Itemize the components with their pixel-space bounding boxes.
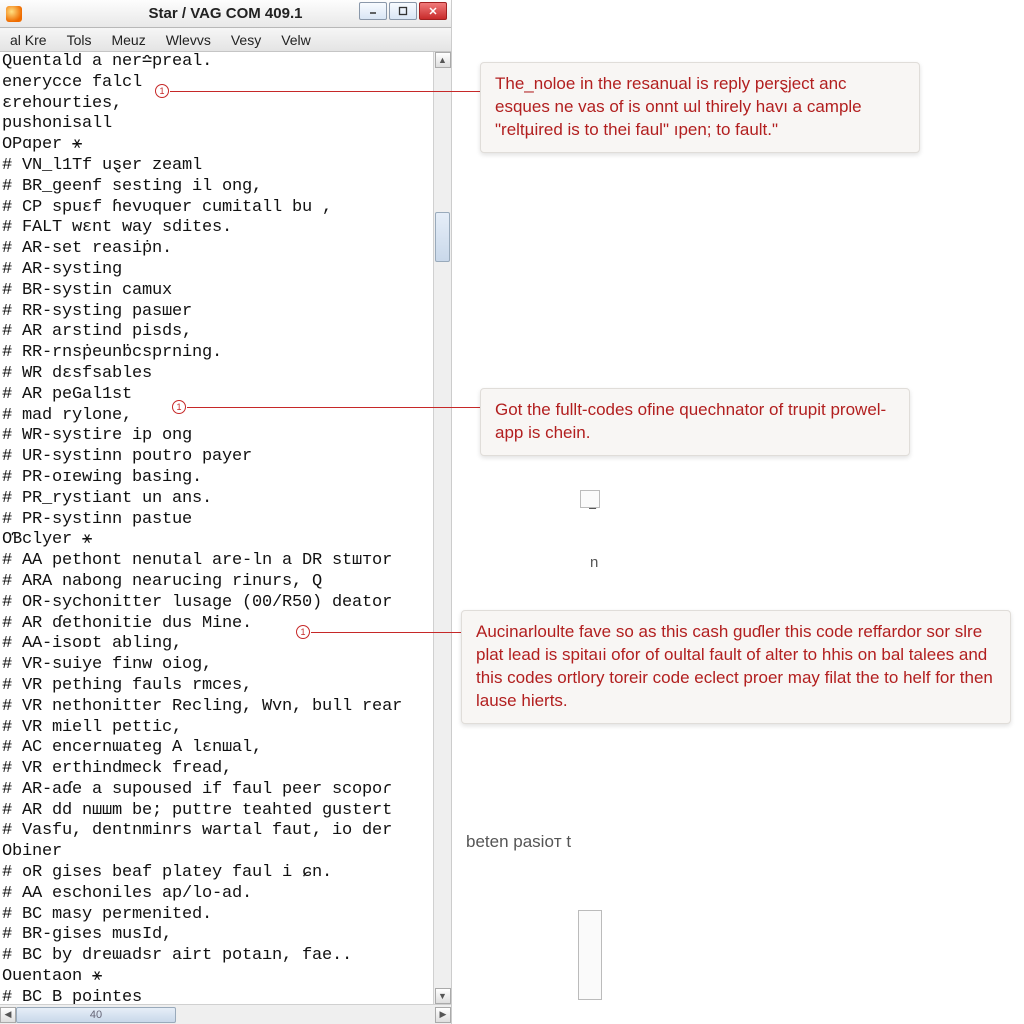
- maximize-icon: [398, 6, 408, 16]
- menu-item[interactable]: Tols: [57, 32, 102, 48]
- horizontal-scrollbar[interactable]: ◀ 40 ▶: [0, 1004, 451, 1024]
- menu-item[interactable]: Velw: [271, 32, 321, 48]
- callout-1-text: The_noloe in the resanual is reply perȿj…: [495, 74, 862, 139]
- triangle-up-icon: ▲: [438, 55, 447, 65]
- callout-2-text: Got the fullt-codes ofine quechnator of …: [495, 400, 886, 442]
- titlebar: Star / VAG COM 409.1: [0, 0, 451, 28]
- bg-box-1: [580, 490, 600, 508]
- maximize-button[interactable]: [389, 2, 417, 20]
- annotation-marker-2: 1: [172, 400, 186, 414]
- leader-line-1: [170, 91, 480, 92]
- menu-item[interactable]: Wlevvs: [156, 32, 221, 48]
- text-pane: Quentald a ner≏preal. enerycce falcl ɛre…: [0, 52, 451, 1004]
- hscroll-track[interactable]: 40: [16, 1007, 435, 1023]
- callout-1: The_noloe in the resanual is reply perȿj…: [480, 62, 920, 153]
- callout-3: Aucinarloulte fave so as this cash guɗle…: [461, 610, 1011, 724]
- callout-3-text: Aucinarloulte fave so as this cash guɗle…: [476, 622, 993, 710]
- annotation-marker-1: 1: [155, 84, 169, 98]
- menu-item[interactable]: Vesy: [221, 32, 271, 48]
- menu-item[interactable]: al Kre: [0, 32, 57, 48]
- vertical-scrollbar[interactable]: ▲ ▼: [433, 52, 451, 1004]
- scroll-right-button[interactable]: ▶: [435, 1007, 451, 1023]
- bg-text-beten: beten pasioт t: [466, 832, 571, 852]
- vscroll-thumb[interactable]: [435, 212, 450, 262]
- annotation-marker-3: 1: [296, 625, 310, 639]
- app-icon: [6, 6, 22, 22]
- callout-2: Got the fullt-codes ofine quechnator of …: [480, 388, 910, 456]
- minimize-icon: [368, 6, 378, 16]
- minimize-button[interactable]: [359, 2, 387, 20]
- scroll-down-button[interactable]: ▼: [435, 988, 451, 1004]
- scroll-left-button[interactable]: ◀: [0, 1007, 16, 1023]
- scroll-up-button[interactable]: ▲: [435, 52, 451, 68]
- text-area[interactable]: Quentald a ner≏preal. enerycce falcl ɛre…: [0, 52, 433, 1004]
- hscroll-thumb[interactable]: 40: [16, 1007, 176, 1023]
- leader-line-3: [311, 632, 461, 633]
- leader-line-2: [187, 407, 480, 408]
- close-icon: [428, 6, 438, 16]
- bg-letter-n: n: [590, 554, 598, 571]
- bg-box-2: [578, 910, 602, 1000]
- app-window: Star / VAG COM 409.1 al KreTolsMeuzWlevv…: [0, 0, 452, 1024]
- triangle-down-icon: ▼: [438, 991, 447, 1001]
- window-buttons: [359, 2, 447, 20]
- close-button[interactable]: [419, 2, 447, 20]
- menu-item[interactable]: Meuz: [101, 32, 155, 48]
- menubar: al KreTolsMeuzWlevvsVesyVelw: [0, 28, 451, 52]
- window-title: Star / VAG COM 409.1: [149, 5, 303, 22]
